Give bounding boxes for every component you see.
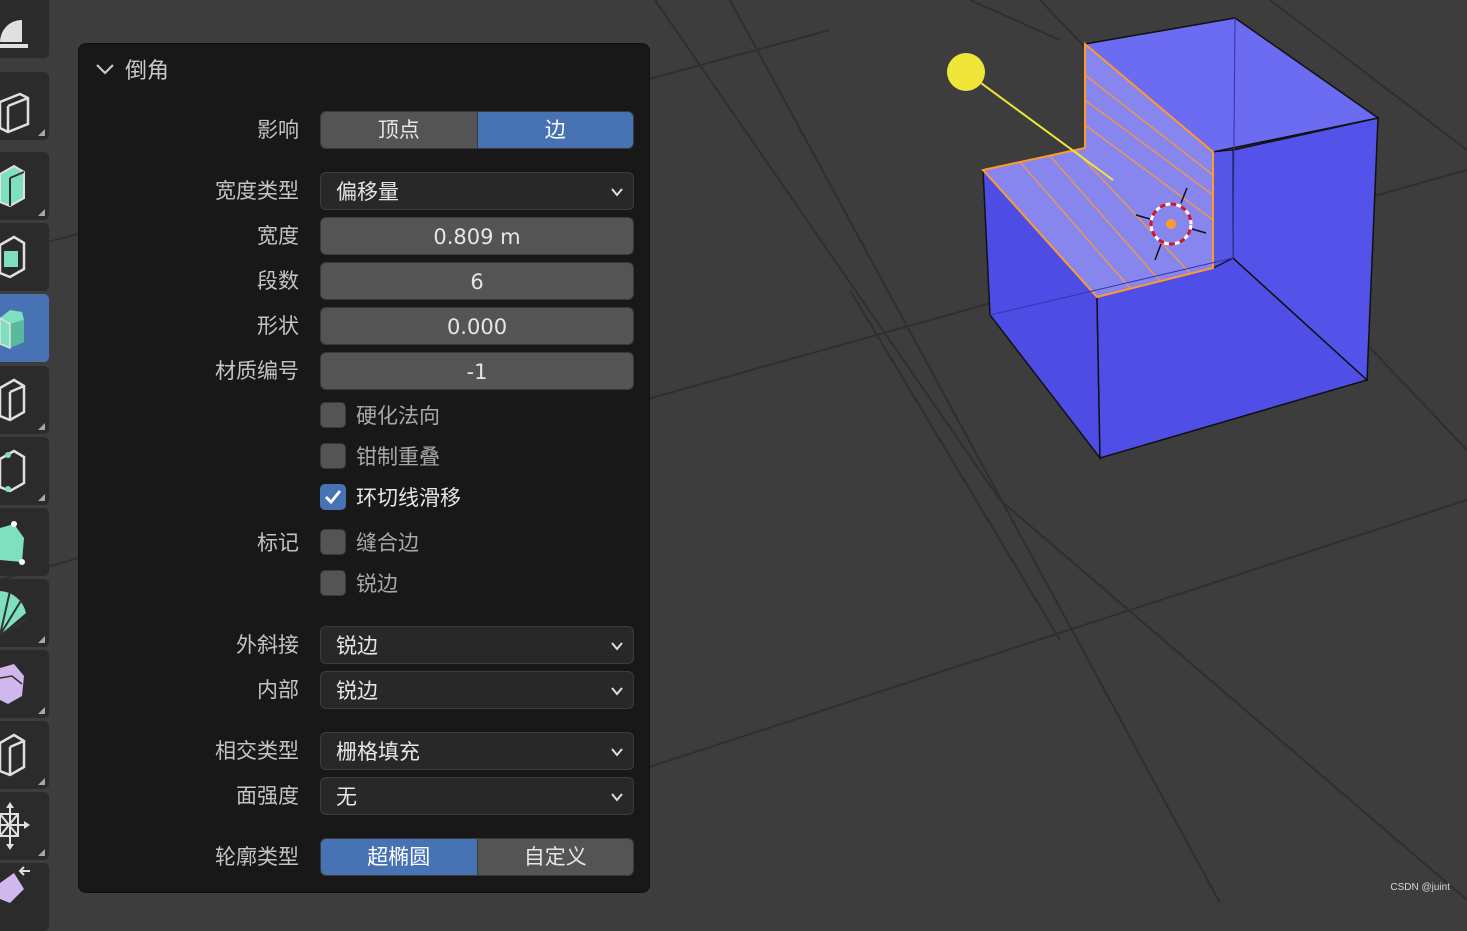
profile-type-toggle: 超椭圆 自定义	[320, 838, 634, 876]
bevel-operator-panel: 倒角 影响 顶点 边 宽度类型 偏移量 宽度 0.809 m 段数 6 形状 0…	[78, 43, 650, 893]
intersection-type-label: 相交类型	[215, 731, 299, 771]
smooth-tool-button[interactable]	[0, 650, 49, 718]
checkbox-box[interactable]	[320, 484, 346, 510]
harden-normals-checkbox[interactable]: 硬化法向	[320, 400, 440, 430]
width-type-label: 宽度类型	[215, 171, 299, 211]
beveled-cube[interactable]	[983, 18, 1378, 458]
face-strength-value: 无	[336, 785, 357, 809]
mark-sharp-checkbox[interactable]: 锐边	[320, 568, 398, 598]
affect-vertices-option[interactable]: 顶点	[321, 112, 478, 148]
bevel-tool-button[interactable]	[0, 294, 49, 362]
checkmark-icon	[323, 487, 343, 507]
miter-outer-value: 锐边	[336, 634, 378, 658]
tool-shelf	[0, 0, 49, 903]
chevron-down-icon[interactable]	[93, 59, 119, 79]
profile-custom-option[interactable]: 自定义	[478, 839, 634, 875]
shrink-fatten-tool-button[interactable]	[0, 792, 49, 860]
loop-cut-tool-button[interactable]	[0, 366, 49, 434]
affect-label: 影响	[257, 110, 299, 150]
material-index-field[interactable]: -1	[320, 352, 634, 390]
inset-faces-tool-button[interactable]	[0, 223, 49, 291]
checkbox-box[interactable]	[320, 443, 346, 469]
shape-field[interactable]: 0.000	[320, 307, 634, 345]
panel-title: 倒角	[125, 53, 169, 85]
panel-header[interactable]: 倒角	[93, 54, 169, 84]
measure-tool-icon	[0, 0, 49, 58]
profile-type-label: 轮廓类型	[215, 837, 299, 877]
chevron-down-icon	[609, 184, 625, 200]
checkbox-box[interactable]	[320, 402, 346, 428]
chevron-down-icon	[609, 683, 625, 699]
width-label: 宽度	[257, 216, 299, 256]
chevron-down-icon	[609, 638, 625, 654]
checkbox-box[interactable]	[320, 529, 346, 555]
affect-edges-option[interactable]: 边	[478, 112, 634, 148]
loop-slide-label: 环切线滑移	[356, 482, 461, 512]
miter-outer-dropdown[interactable]: 锐边	[320, 626, 634, 664]
segments-label: 段数	[257, 261, 299, 301]
poly-build-tool-button[interactable]	[0, 508, 49, 576]
face-strength-label: 面强度	[236, 776, 299, 816]
intersection-type-dropdown[interactable]: 栅格填充	[320, 732, 634, 770]
clamp-overlap-label: 钳制重叠	[356, 441, 440, 471]
chevron-down-icon	[609, 744, 625, 760]
bevel-tool-icon	[0, 294, 49, 362]
mark-label: 标记	[257, 523, 299, 563]
miter-inner-value: 锐边	[336, 679, 378, 703]
miter-inner-dropdown[interactable]: 锐边	[320, 671, 634, 709]
knife-tool-button[interactable]	[0, 437, 49, 505]
segments-field[interactable]: 6	[320, 262, 634, 300]
shear-tool-icon	[0, 863, 49, 931]
intersection-type-value: 栅格填充	[336, 740, 420, 764]
inset-faces-tool-icon	[0, 223, 49, 291]
chevron-down-icon	[609, 789, 625, 805]
mark-seam-label: 缝合边	[356, 527, 419, 557]
width-type-dropdown[interactable]: 偏移量	[320, 172, 634, 210]
affect-toggle: 顶点 边	[320, 111, 634, 149]
miter-outer-label: 外斜接	[236, 625, 299, 665]
harden-normals-label: 硬化法向	[356, 400, 440, 430]
face-strength-dropdown[interactable]: 无	[320, 777, 634, 815]
width-type-value: 偏移量	[336, 180, 399, 204]
material-index-label: 材质编号	[215, 351, 299, 391]
shape-label: 形状	[257, 306, 299, 346]
watermark: CSDN @juint	[1390, 882, 1450, 893]
edge-slide-tool-button[interactable]	[0, 721, 49, 789]
checkbox-box[interactable]	[320, 570, 346, 596]
loop-slide-checkbox[interactable]: 环切线滑移	[320, 482, 461, 512]
shear-tool-button[interactable]	[0, 863, 49, 931]
miter-inner-label: 内部	[257, 670, 299, 710]
spin-tool-button[interactable]	[0, 579, 49, 647]
poly-build-tool-icon	[0, 508, 49, 576]
width-field[interactable]: 0.809 m	[320, 217, 634, 255]
mark-sharp-label: 锐边	[356, 568, 398, 598]
clamp-overlap-checkbox[interactable]: 钳制重叠	[320, 441, 440, 471]
mark-seam-checkbox[interactable]: 缝合边	[320, 527, 419, 557]
profile-superellipse-option[interactable]: 超椭圆	[321, 839, 478, 875]
extrude-region-tool-button[interactable]	[0, 152, 49, 220]
measure-tool-button[interactable]	[0, 0, 49, 58]
add-cube-tool-button[interactable]	[0, 72, 49, 140]
